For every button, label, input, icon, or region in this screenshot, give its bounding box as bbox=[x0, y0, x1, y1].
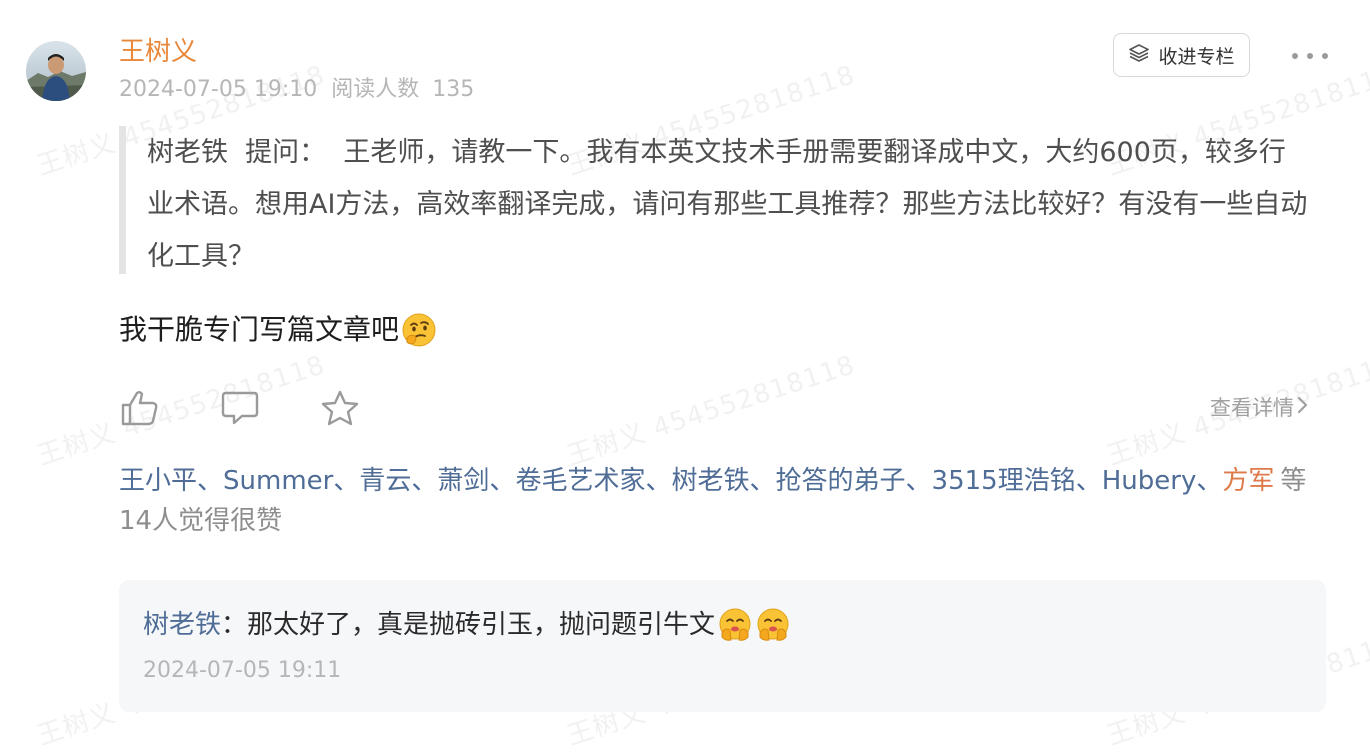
watermark: 王树义 454552818118 bbox=[563, 350, 859, 472]
post-body: 我干脆专门写篇文章吧 bbox=[119, 307, 437, 353]
separator: 、 bbox=[489, 466, 516, 496]
more-dots-icon bbox=[1307, 53, 1313, 59]
separator: 、 bbox=[1075, 466, 1102, 496]
liker-name[interactable]: 萧剑 bbox=[437, 466, 489, 496]
post-body-text: 我干脆专门写篇文章吧 bbox=[119, 313, 400, 346]
separator: 、 bbox=[411, 466, 438, 496]
separator: 、 bbox=[1196, 466, 1223, 496]
favorite-button[interactable] bbox=[319, 389, 361, 431]
post-actions bbox=[119, 386, 419, 434]
chevron-right-icon bbox=[1296, 393, 1310, 423]
view-detail-link[interactable]: 查看详情 bbox=[1210, 393, 1310, 423]
comment-time: 2024-07-05 19:11 bbox=[143, 658, 342, 683]
read-count: 135 bbox=[432, 77, 475, 102]
post-date: 2024-07-05 19:10 bbox=[119, 77, 318, 102]
comment-button[interactable] bbox=[219, 389, 261, 431]
shushing-emoji bbox=[755, 607, 791, 643]
liker-name[interactable]: 抢答的弟子 bbox=[776, 466, 906, 496]
separator: 、 bbox=[905, 466, 932, 496]
comment-text: 那太好了，真是抛砖引玉，抛问题引牛文 bbox=[247, 610, 716, 640]
separator: 、 bbox=[749, 466, 776, 496]
collect-to-column-button[interactable]: 收进专栏 bbox=[1113, 33, 1250, 77]
avatar[interactable] bbox=[26, 41, 86, 101]
liker-name[interactable]: 3515理浩铭 bbox=[932, 466, 1076, 496]
author-name[interactable]: 王树义 bbox=[119, 34, 197, 70]
collect-label: 收进专栏 bbox=[1158, 45, 1235, 68]
post-meta: 2024-07-05 19:10 阅读人数 135 bbox=[119, 74, 474, 106]
liker-name[interactable]: 卷毛艺术家 bbox=[515, 466, 645, 496]
separator: 、 bbox=[333, 466, 360, 496]
liker-name[interactable]: 青云 bbox=[359, 466, 411, 496]
liker-name[interactable]: Hubery bbox=[1102, 466, 1197, 496]
liker-name-highlight[interactable]: 方军 bbox=[1222, 466, 1274, 496]
liker-name[interactable]: 王小平 bbox=[119, 466, 197, 496]
more-dots-icon bbox=[1292, 53, 1298, 59]
thinking-emoji bbox=[401, 312, 437, 348]
more-options-button[interactable] bbox=[1292, 46, 1328, 66]
separator: 、 bbox=[197, 466, 224, 496]
quote-user[interactable]: 树老铁 bbox=[147, 137, 228, 168]
separator: 、 bbox=[645, 466, 672, 496]
liked-by-list: 王小平、Summer、青云、萧剑、卷毛艺术家、树老铁、抢答的弟子、3515理浩铭… bbox=[119, 461, 1314, 541]
comment-bubble-icon bbox=[220, 389, 260, 431]
comment-colon: ： bbox=[221, 610, 248, 640]
view-detail-label: 查看详情 bbox=[1210, 396, 1294, 420]
more-dots-icon bbox=[1322, 53, 1328, 59]
comment-content: 树老铁：那太好了，真是抛砖引玉，抛问题引牛文 bbox=[143, 602, 791, 648]
comment-item: 树老铁：那太好了，真是抛砖引玉，抛问题引牛文 2024-07-05 19:11 bbox=[119, 580, 1326, 712]
liker-name[interactable]: Summer bbox=[223, 466, 333, 496]
liker-name[interactable]: 树老铁 bbox=[671, 466, 749, 496]
quote-text-block: 树老铁 提问： 王老师，请教一下。我有本英文技术手册需要翻译成中文，大约600页… bbox=[147, 127, 1309, 283]
like-thumb-icon bbox=[120, 389, 160, 431]
quoted-question: 树老铁 提问： 王老师，请教一下。我有本英文技术手册需要翻译成中文，大约600页… bbox=[119, 126, 1309, 274]
read-count-label: 阅读人数 bbox=[331, 77, 420, 102]
star-icon bbox=[320, 389, 360, 431]
like-button[interactable] bbox=[119, 389, 161, 431]
quote-ask-label: 提问： bbox=[245, 137, 327, 168]
comment-user[interactable]: 树老铁 bbox=[143, 602, 221, 648]
shushing-emoji bbox=[717, 607, 753, 643]
collect-stack-icon bbox=[1128, 43, 1150, 68]
